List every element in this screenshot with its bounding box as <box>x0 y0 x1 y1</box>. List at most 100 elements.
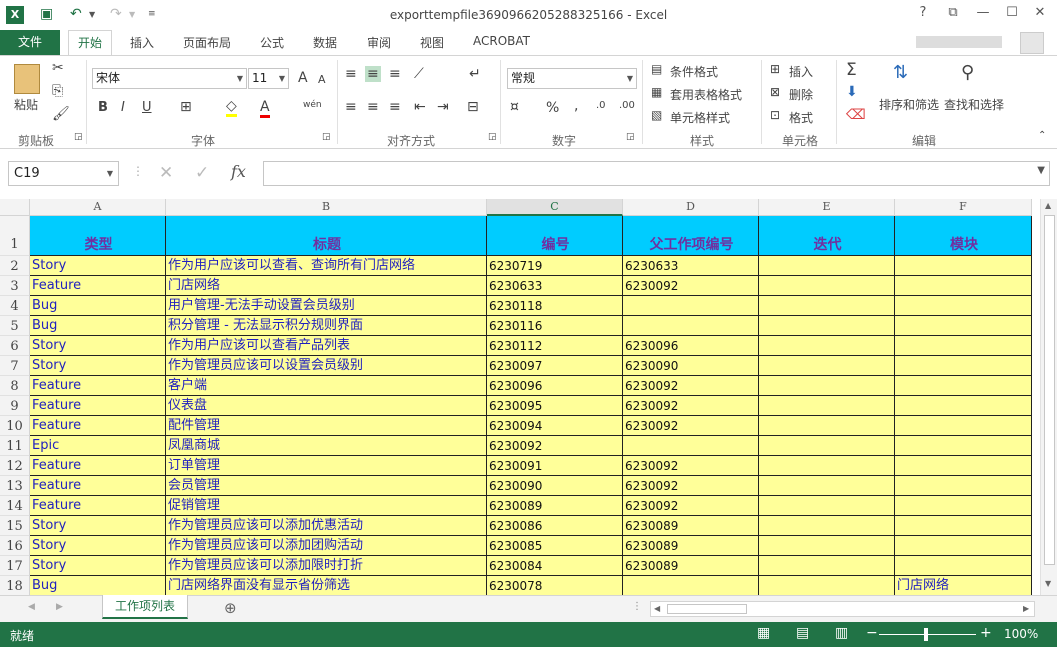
select-all-corner[interactable] <box>0 199 30 216</box>
account-name[interactable] <box>916 36 1002 48</box>
table-cell[interactable]: 6230089 <box>623 516 759 536</box>
row-header[interactable]: 3 <box>0 276 30 296</box>
tab-page-layout[interactable]: 页面布局 <box>183 34 231 51</box>
table-cell[interactable]: 6230095 <box>487 396 623 416</box>
table-cell[interactable] <box>895 476 1032 496</box>
table-cell[interactable]: Feature <box>30 276 166 296</box>
table-cell[interactable]: Story <box>30 536 166 556</box>
table-cell[interactable]: 6230092 <box>623 396 759 416</box>
paste-icon[interactable] <box>14 64 40 94</box>
table-cell[interactable] <box>623 296 759 316</box>
header-cell[interactable]: 模块 <box>895 216 1032 256</box>
sort-filter-icon[interactable]: ⇅ <box>893 62 908 83</box>
table-cell[interactable] <box>895 396 1032 416</box>
autosum-icon[interactable]: Σ <box>846 60 857 80</box>
table-cell[interactable]: 6230089 <box>623 556 759 576</box>
cell-styles-button[interactable]: 单元格样式 <box>670 109 730 126</box>
row-header[interactable]: 17 <box>0 556 30 576</box>
shrink-font-button[interactable]: A <box>318 73 326 86</box>
row-header[interactable]: 5 <box>0 316 30 336</box>
table-cell[interactable]: 凤凰商城 <box>166 436 487 456</box>
confirm-entry-icon[interactable]: ✓ <box>195 163 209 183</box>
comma-button[interactable]: , <box>574 98 578 114</box>
table-cell[interactable]: 6230092 <box>623 416 759 436</box>
table-cell[interactable]: 门店网络界面没有显示省份筛选 <box>166 576 487 595</box>
column-header-f[interactable]: F <box>895 199 1032 216</box>
table-cell[interactable]: 订单管理 <box>166 456 487 476</box>
table-cell[interactable]: 6230091 <box>487 456 623 476</box>
page-layout-view-icon[interactable]: ▤ <box>796 625 809 641</box>
tab-insert[interactable]: 插入 <box>130 34 154 51</box>
decrease-indent-icon[interactable]: ⇤ <box>414 99 426 115</box>
avatar[interactable] <box>1020 32 1044 54</box>
vertical-scroll-thumb[interactable] <box>1044 215 1055 565</box>
row-header[interactable]: 2 <box>0 256 30 276</box>
table-cell[interactable]: 作为管理员应该可以添加团购活动 <box>166 536 487 556</box>
orientation-icon[interactable]: ⟋ <box>414 66 424 82</box>
table-cell[interactable]: 6230078 <box>487 576 623 595</box>
table-cell[interactable] <box>759 396 895 416</box>
table-cell[interactable]: 6230096 <box>487 376 623 396</box>
column-header-b[interactable]: B <box>166 199 487 216</box>
tab-home[interactable]: 开始 <box>68 30 113 56</box>
horizontal-scroll-thumb[interactable] <box>667 604 747 614</box>
tab-formulas[interactable]: 公式 <box>260 34 284 51</box>
zoom-out-button[interactable]: − <box>866 625 878 641</box>
table-cell[interactable]: 6230096 <box>623 336 759 356</box>
table-cell[interactable]: Bug <box>30 316 166 336</box>
row-header[interactable]: 16 <box>0 536 30 556</box>
font-size-select[interactable]: 11 ▼ <box>248 68 289 89</box>
header-cell[interactable]: 编号 <box>487 216 623 256</box>
table-cell[interactable] <box>759 556 895 576</box>
cut-icon[interactable]: ✂ <box>52 60 64 76</box>
table-cell[interactable]: 配件管理 <box>166 416 487 436</box>
sheet-tab-worklist[interactable]: 工作项列表 <box>102 595 188 619</box>
maximize-button[interactable]: ☐ <box>998 5 1026 20</box>
align-right-icon[interactable]: ≡ <box>389 99 401 115</box>
ribbon-display-button[interactable]: ⧉ <box>939 5 967 20</box>
table-cell[interactable] <box>623 316 759 336</box>
row-header[interactable]: 12 <box>0 456 30 476</box>
table-cell[interactable] <box>759 476 895 496</box>
table-cell[interactable]: Feature <box>30 476 166 496</box>
clipboard-launcher-icon[interactable]: ◲ <box>74 132 83 142</box>
currency-icon[interactable]: ¤ <box>510 99 519 115</box>
table-cell[interactable]: Story <box>30 516 166 536</box>
table-cell[interactable]: Feature <box>30 456 166 476</box>
table-cell[interactable] <box>623 436 759 456</box>
table-cell[interactable] <box>759 276 895 296</box>
italic-button[interactable]: I <box>121 100 125 115</box>
column-header-d[interactable]: D <box>623 199 759 216</box>
table-cell[interactable]: 6230090 <box>623 356 759 376</box>
name-box[interactable]: C19 ▼ <box>8 161 119 186</box>
table-cell[interactable]: Bug <box>30 576 166 595</box>
font-launcher-icon[interactable]: ◲ <box>322 132 331 142</box>
table-cell[interactable]: Feature <box>30 416 166 436</box>
row-header[interactable]: 8 <box>0 376 30 396</box>
table-cell[interactable] <box>895 376 1032 396</box>
table-cell[interactable]: 门店网络 <box>895 576 1032 595</box>
table-cell[interactable]: Feature <box>30 396 166 416</box>
splitter-icon[interactable]: ⋮ <box>632 601 642 612</box>
table-cell[interactable] <box>895 556 1032 576</box>
table-cell[interactable]: 仪表盘 <box>166 396 487 416</box>
table-cell[interactable] <box>895 516 1032 536</box>
zoom-level[interactable]: 100% <box>1004 627 1038 641</box>
format-as-table-icon[interactable]: ▦ <box>651 85 662 99</box>
format-as-table-button[interactable]: 套用表格格式 <box>670 86 742 103</box>
row-header[interactable]: 7 <box>0 356 30 376</box>
clear-icon[interactable]: ⌫ <box>846 107 866 123</box>
row-header[interactable]: 13 <box>0 476 30 496</box>
table-cell[interactable] <box>759 316 895 336</box>
table-cell[interactable]: 6230090 <box>487 476 623 496</box>
grow-font-button[interactable]: A <box>298 70 308 86</box>
tab-review[interactable]: 审阅 <box>367 34 391 51</box>
table-cell[interactable]: 6230118 <box>487 296 623 316</box>
table-cell[interactable]: 6230633 <box>623 256 759 276</box>
table-cell[interactable]: Story <box>30 336 166 356</box>
table-cell[interactable] <box>759 336 895 356</box>
table-cell[interactable]: 促销管理 <box>166 496 487 516</box>
table-cell[interactable] <box>895 456 1032 476</box>
table-cell[interactable]: 6230086 <box>487 516 623 536</box>
font-name-select[interactable]: 宋体 ▼ <box>92 68 247 89</box>
